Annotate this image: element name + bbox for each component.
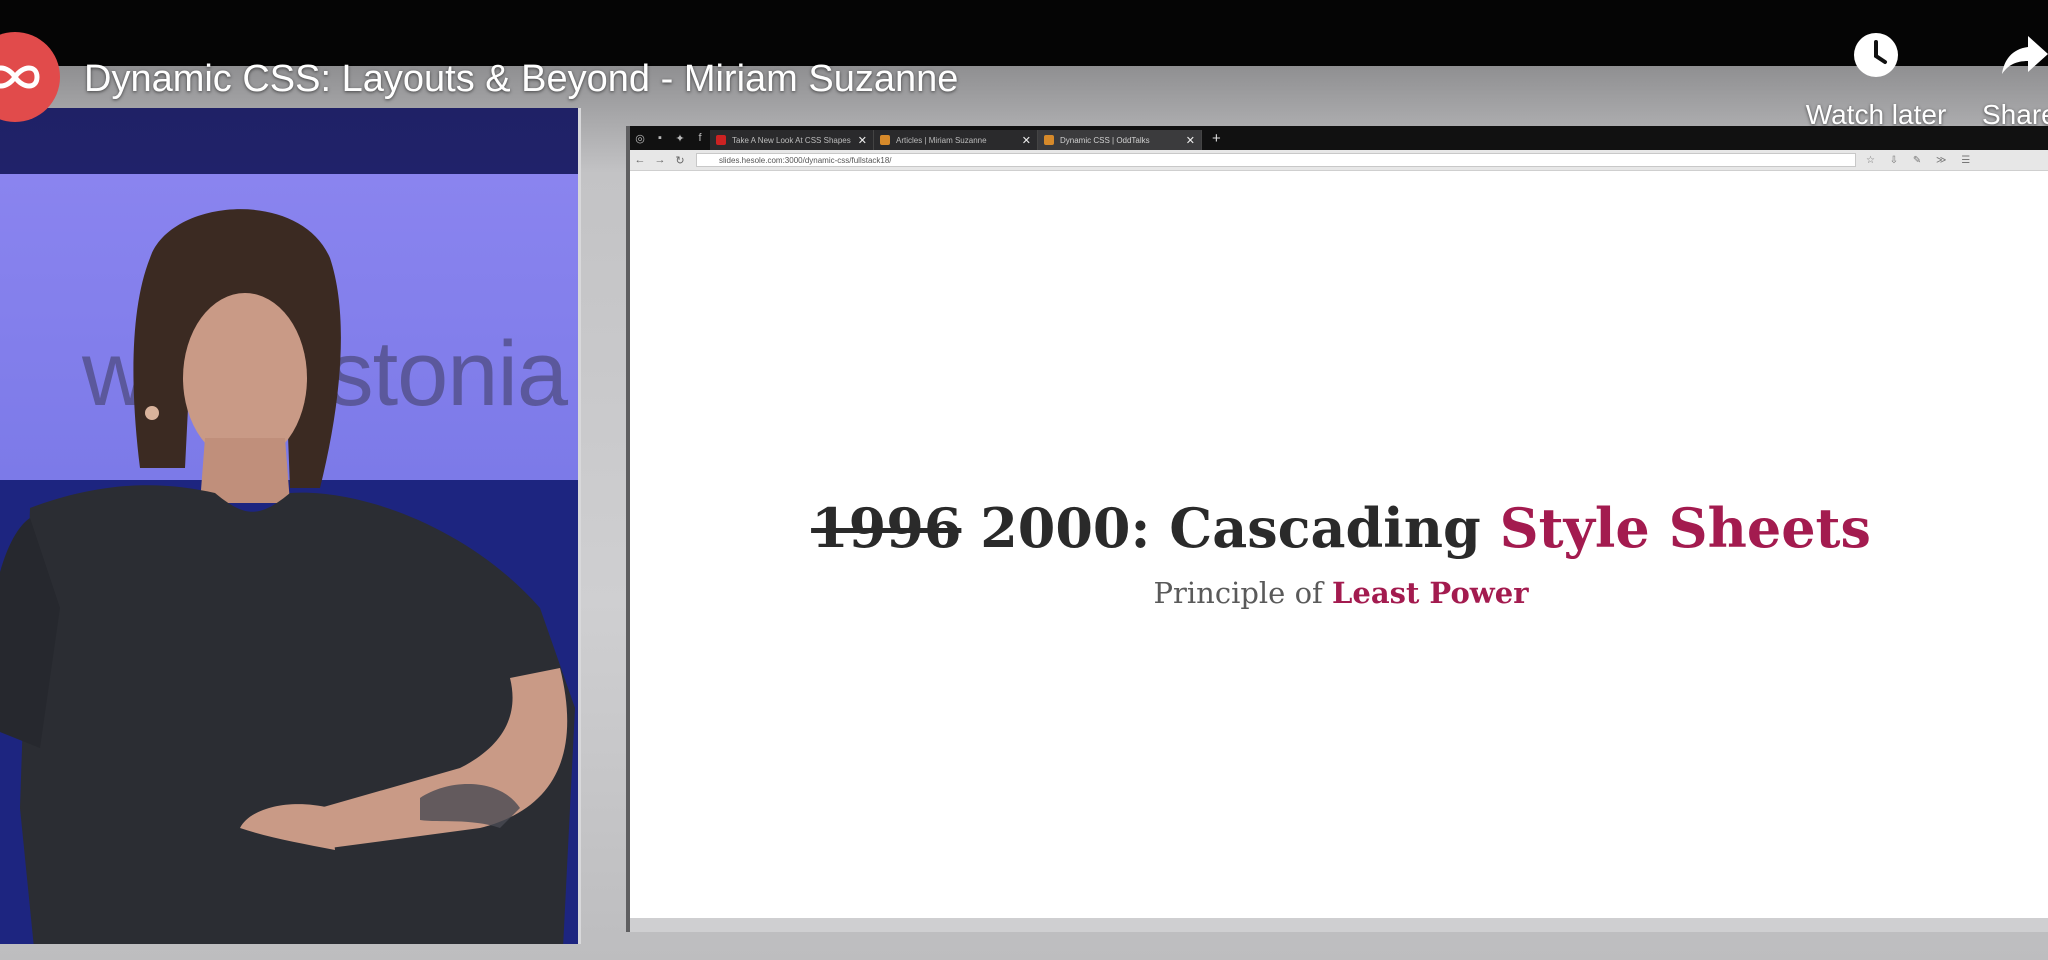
share-button[interactable]: Share	[1982, 28, 2048, 131]
watch-later-label: Watch later	[1805, 99, 1947, 130]
new-tab-icon[interactable]: +	[1212, 130, 1221, 147]
heading-year: 2000:	[980, 496, 1151, 560]
heading-main: Cascading	[1169, 496, 1481, 560]
firefox-menu-icon[interactable]: ◎	[630, 126, 650, 150]
tab-label: Articles | Miriam Suzanne	[896, 135, 987, 145]
reload-icon[interactable]: ↻	[670, 154, 690, 167]
tab-label: Take A New Look At CSS Shapes	[732, 135, 851, 145]
forward-arrow-icon[interactable]: →	[650, 154, 670, 166]
browser-tab-active[interactable]: Dynamic CSS | OddTalks ✕	[1038, 130, 1202, 150]
tab-favicon-icon	[1044, 135, 1054, 145]
browser-toolbar-icons[interactable]: ☆ ⇩ ✎ ≫ ☰	[1866, 155, 1976, 166]
close-icon[interactable]: ✕	[858, 134, 867, 147]
slide-heading: 1996 2000: Cascading Style Sheets	[630, 496, 2048, 560]
browser-nav-bar: ← → ↻ slides.hesole.com:3000/dynamic-css…	[630, 150, 2048, 171]
subtitle-main: Principle of	[1153, 576, 1323, 610]
share-arrow-icon	[2002, 36, 2048, 74]
heading-accent: Style Sheets	[1499, 496, 1871, 560]
infinity-logo-icon	[0, 65, 40, 89]
tab-favicon-icon	[716, 135, 726, 145]
video-top-bar	[0, 0, 2048, 66]
twitter-tab-icon[interactable]: ✦	[670, 126, 690, 150]
slide-pane: ◎ ▪ ✦ f Take A New Look At CSS Shapes ✕ …	[626, 126, 2048, 932]
share-label: Share	[1982, 99, 2048, 130]
browser-tab[interactable]: Take A New Look At CSS Shapes ✕	[710, 130, 874, 150]
tab-label: Dynamic CSS | OddTalks	[1060, 135, 1150, 145]
speaker-figure	[0, 209, 575, 944]
close-icon[interactable]: ✕	[1186, 134, 1195, 147]
watch-later-button[interactable]: Watch later	[1796, 28, 1956, 131]
facebook-tab-icon[interactable]: f	[690, 126, 710, 150]
browser-tab[interactable]: Articles | Miriam Suzanne ✕	[874, 130, 1038, 150]
speaker-pane: wordestonia	[0, 108, 581, 944]
back-arrow-icon[interactable]: ←	[630, 154, 650, 166]
video-title[interactable]: Dynamic CSS: Layouts & Beyond - Miriam S…	[84, 58, 958, 101]
address-bar[interactable]: slides.hesole.com:3000/dynamic-css/fulls…	[696, 153, 1856, 167]
tab-favicon-icon	[880, 135, 890, 145]
pinned-tab-icon[interactable]: ▪	[650, 126, 670, 150]
subtitle-accent: Least Power	[1331, 576, 1529, 610]
close-icon[interactable]: ✕	[1022, 134, 1031, 147]
struck-year: 1996	[811, 496, 962, 560]
slide-bottom-edge	[630, 918, 2048, 932]
clock-icon	[1854, 33, 1898, 77]
slide-subtitle: Principle of Least Power	[630, 576, 2048, 610]
video-player[interactable]: wordestonia ◎ ▪ ✦ f	[0, 0, 2048, 960]
